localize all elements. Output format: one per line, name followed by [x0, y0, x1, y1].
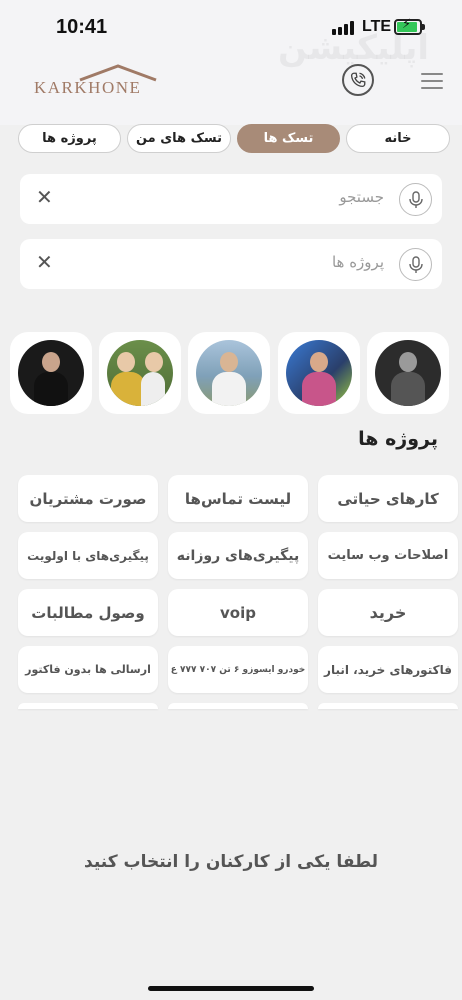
project-item-partial[interactable]	[168, 703, 308, 709]
app-header: 10:41 LTE ⚡ اپلیکیشن KARKHONE	[0, 0, 462, 125]
project-item-partial[interactable]	[18, 703, 158, 709]
project-item-partial[interactable]	[318, 703, 458, 709]
employee-avatar-1[interactable]	[10, 332, 92, 414]
project-item[interactable]: خرید	[318, 589, 458, 636]
tab-bar: خانه تسک ها تسک های من پروژه ها	[0, 124, 462, 162]
project-item[interactable]: لیست تماس‌ها	[168, 475, 308, 522]
phone-call-icon	[350, 72, 366, 88]
select-employee-prompt: لطفا یکی از کارکنان را انتخاب کنید	[84, 852, 378, 872]
tab-tasks[interactable]: تسک ها	[237, 124, 340, 153]
main-content: جستجو ✕ پروژه ها ✕ پروژه ها کارهای حیاتی…	[0, 162, 462, 1000]
project-item[interactable]: خودرو ایسوزو ۶ تن ۷۰۷ ۷۷۷ ع	[168, 646, 308, 693]
projects-title: پروژه ها	[358, 428, 438, 450]
status-time: 10:41	[56, 16, 108, 38]
project-item[interactable]: voip	[168, 589, 308, 636]
employee-carousel	[0, 332, 462, 416]
project-search-placeholder: پروژه ها	[331, 253, 384, 271]
project-item[interactable]: صورت مشتریان	[18, 475, 158, 522]
project-item[interactable]: کارهای حیاتی	[318, 475, 458, 522]
header-watermark: اپلیکیشن	[278, 28, 430, 68]
project-search-input[interactable]: پروژه ها ✕	[20, 239, 442, 289]
phone-call-button[interactable]	[342, 64, 374, 96]
tab-my-tasks[interactable]: تسک های من	[127, 124, 231, 153]
search-placeholder: جستجو	[339, 188, 384, 206]
employee-avatar-4[interactable]	[278, 332, 360, 414]
project-item[interactable]: اصلاحات وب سایت	[318, 532, 458, 579]
project-item[interactable]: فاکتورهای خرید، انبار	[318, 646, 458, 693]
search-input[interactable]: جستجو ✕	[20, 174, 442, 224]
microphone-icon[interactable]	[399, 183, 432, 216]
project-item[interactable]: وصول مطالبات	[18, 589, 158, 636]
tab-projects[interactable]: پروژه ها	[18, 124, 121, 153]
microphone-icon[interactable]	[399, 248, 432, 281]
project-item[interactable]: ارسالی ها بدون فاکتور	[18, 646, 158, 693]
close-icon[interactable]: ✕	[36, 250, 53, 274]
employee-avatar-2[interactable]	[99, 332, 181, 414]
home-indicator	[148, 986, 314, 991]
logo-text: KARKHONE	[34, 78, 142, 97]
project-item[interactable]: پیگیری‌های روزانه	[168, 532, 308, 579]
close-icon[interactable]: ✕	[36, 185, 53, 209]
karkhone-logo[interactable]: KARKHONE	[34, 64, 158, 98]
project-item[interactable]: پیگیری‌های با اولویت	[18, 532, 158, 579]
employee-avatar-5[interactable]	[367, 332, 449, 414]
employee-avatar-3[interactable]	[188, 332, 270, 414]
hamburger-menu-icon[interactable]	[421, 73, 443, 89]
tab-home[interactable]: خانه	[346, 124, 450, 153]
